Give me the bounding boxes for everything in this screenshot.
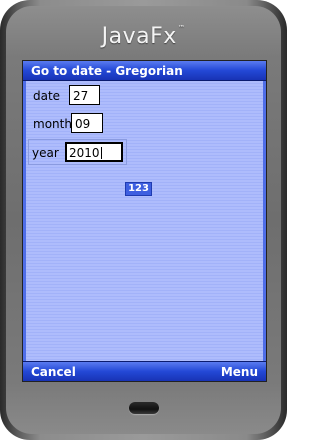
screen-title: Go to date - Gregorian [31, 64, 183, 78]
logo-text: JavaFx [101, 24, 177, 49]
cancel-softkey[interactable]: Cancel [31, 365, 76, 379]
year-row: year 2010 [28, 139, 127, 165]
month-label: month [33, 117, 72, 131]
title-bar: Go to date - Gregorian [23, 61, 266, 81]
softkey-bar: Cancel Menu [23, 361, 266, 381]
year-value: 2010 [69, 146, 100, 160]
year-field[interactable]: 2010 [65, 142, 123, 162]
menu-softkey[interactable]: Menu [221, 365, 258, 379]
home-button[interactable] [129, 402, 159, 414]
date-field[interactable]: 27 [69, 85, 100, 105]
javafx-logo: JavaFx™ [0, 24, 287, 49]
date-label: date [33, 89, 61, 103]
input-mode-indicator: 123 [125, 182, 152, 196]
month-field[interactable]: 09 [71, 113, 103, 133]
phone-device: JavaFx™ Go to date - Gregorian date 27 m… [0, 0, 287, 440]
year-label: year [32, 146, 59, 160]
device-screen: Go to date - Gregorian date 27 month 09 … [22, 60, 267, 382]
trademark-mark: ™ [177, 24, 186, 32]
text-caret [100, 147, 102, 159]
form-content: date 27 month 09 year 2010 123 [23, 81, 266, 363]
